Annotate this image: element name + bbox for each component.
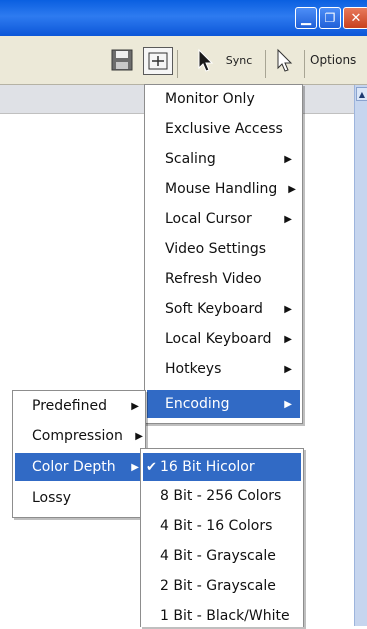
save-button[interactable] bbox=[108, 46, 136, 74]
toolbar-separator bbox=[177, 50, 178, 78]
save-icon bbox=[111, 49, 133, 71]
submenu-arrow-icon: ▶ bbox=[131, 400, 139, 412]
restore-icon: ❐ bbox=[324, 11, 336, 25]
menu-item-hotkeys[interactable]: Hotkeys ▶ bbox=[147, 356, 300, 382]
menu-item-4-bit-16-colors[interactable]: 4 Bit - 16 Colors bbox=[143, 513, 301, 539]
options-button[interactable]: Options bbox=[310, 46, 367, 74]
close-button[interactable]: ✕ bbox=[343, 7, 367, 29]
options-menu: Monitor Only Exclusive Access Scaling ▶ … bbox=[144, 84, 303, 424]
checkmark-icon: ✔ bbox=[146, 459, 157, 475]
menu-item-label: Predefined bbox=[32, 398, 107, 414]
menu-item-predefined[interactable]: Predefined ▶ bbox=[15, 393, 143, 419]
menu-item-label: Local Cursor bbox=[165, 211, 252, 227]
menu-item-exclusive-access[interactable]: Exclusive Access bbox=[147, 116, 300, 142]
menu-item-label: Soft Keyboard bbox=[165, 301, 263, 317]
menu-item-label: Scaling bbox=[165, 151, 216, 167]
menu-item-label: 1 Bit - Black/White bbox=[160, 608, 290, 624]
menu-item-label: Color Depth bbox=[32, 459, 116, 475]
menu-item-label: Hotkeys bbox=[165, 361, 222, 377]
menu-item-label: 2 Bit - Grayscale bbox=[160, 578, 276, 594]
sync-label: Sync bbox=[225, 53, 253, 67]
menu-item-video-settings[interactable]: Video Settings bbox=[147, 236, 300, 262]
menu-item-monitor-only[interactable]: Monitor Only bbox=[147, 86, 300, 112]
submenu-arrow-icon: ▶ bbox=[284, 153, 292, 165]
menu-item-local-cursor[interactable]: Local Cursor ▶ bbox=[147, 206, 300, 232]
menu-item-encoding[interactable]: Encoding ▶ bbox=[147, 390, 300, 418]
close-icon: ✕ bbox=[350, 10, 362, 26]
fit-window-button[interactable] bbox=[143, 47, 173, 75]
menu-item-label: Monitor Only bbox=[165, 91, 255, 107]
submenu-arrow-icon: ▶ bbox=[284, 213, 292, 225]
submenu-arrow-icon: ▶ bbox=[284, 363, 292, 375]
menu-item-label: Encoding bbox=[165, 396, 230, 412]
menu-item-1-bit-black-white[interactable]: 1 Bit - Black/White bbox=[143, 603, 301, 629]
encoding-submenu: Predefined ▶ Compression ▶ Color Depth ▶… bbox=[12, 390, 146, 518]
submenu-arrow-icon: ▶ bbox=[131, 461, 139, 473]
window-title-bar[interactable]: ▁ ❐ ✕ bbox=[0, 0, 367, 36]
options-label: Options bbox=[310, 53, 357, 67]
menu-item-label: 4 Bit - 16 Colors bbox=[160, 518, 273, 534]
minimize-icon: ▁ bbox=[301, 10, 311, 26]
menu-item-label: Compression bbox=[32, 428, 123, 444]
toolbar-separator bbox=[304, 50, 305, 78]
restore-button[interactable]: ❐ bbox=[319, 7, 341, 29]
menu-item-label: Exclusive Access bbox=[165, 121, 283, 137]
menu-item-color-depth[interactable]: Color Depth ▶ bbox=[15, 453, 143, 481]
menu-item-compression[interactable]: Compression ▶ bbox=[15, 423, 143, 449]
menu-item-label: Mouse Handling bbox=[165, 181, 278, 197]
submenu-arrow-icon: ▶ bbox=[284, 333, 292, 345]
menu-item-label: 8 Bit - 256 Colors bbox=[160, 488, 282, 504]
menu-item-label: Local Keyboard bbox=[165, 331, 272, 347]
menu-item-label: 4 Bit - Grayscale bbox=[160, 548, 276, 564]
submenu-arrow-icon: ▶ bbox=[284, 303, 292, 315]
menu-item-2-bit-grayscale[interactable]: 2 Bit - Grayscale bbox=[143, 573, 301, 599]
menu-item-lossy[interactable]: Lossy bbox=[15, 485, 143, 511]
menu-item-8-bit-256-colors[interactable]: 8 Bit - 256 Colors bbox=[143, 483, 301, 509]
menu-item-16-bit-hicolor[interactable]: ✔ 16 Bit Hicolor bbox=[143, 453, 301, 481]
submenu-arrow-icon: ▶ bbox=[284, 398, 292, 410]
minimize-button[interactable]: ▁ bbox=[295, 7, 317, 29]
fit-window-icon bbox=[148, 52, 168, 70]
submenu-arrow-icon: ▶ bbox=[288, 183, 296, 195]
menu-item-scaling[interactable]: Scaling ▶ bbox=[147, 146, 300, 172]
cursor-mode-button[interactable] bbox=[270, 46, 300, 74]
sync-button[interactable]: Sync bbox=[184, 46, 264, 74]
cursor-icon bbox=[198, 48, 213, 72]
toolbar-separator bbox=[265, 50, 266, 78]
menu-item-refresh-video[interactable]: Refresh Video bbox=[147, 266, 300, 292]
submenu-arrow-icon: ▶ bbox=[135, 430, 143, 442]
menu-item-soft-keyboard[interactable]: Soft Keyboard ▶ bbox=[147, 296, 300, 322]
menu-item-label: Video Settings bbox=[165, 241, 267, 257]
scroll-up-icon[interactable]: ▲ bbox=[356, 87, 367, 101]
vertical-scrollbar[interactable]: ▲ bbox=[354, 85, 367, 626]
menu-item-mouse-handling[interactable]: Mouse Handling ▶ bbox=[147, 176, 300, 202]
menu-item-label: Lossy bbox=[32, 490, 71, 506]
menu-item-label: 16 Bit Hicolor bbox=[160, 459, 255, 475]
menu-item-local-keyboard[interactable]: Local Keyboard ▶ bbox=[147, 326, 300, 352]
color-depth-submenu: ✔ 16 Bit Hicolor 8 Bit - 256 Colors 4 Bi… bbox=[140, 448, 304, 627]
menu-item-4-bit-grayscale[interactable]: 4 Bit - Grayscale bbox=[143, 543, 301, 569]
menu-item-label: Refresh Video bbox=[165, 271, 262, 287]
cursor-outline-icon bbox=[277, 48, 293, 72]
